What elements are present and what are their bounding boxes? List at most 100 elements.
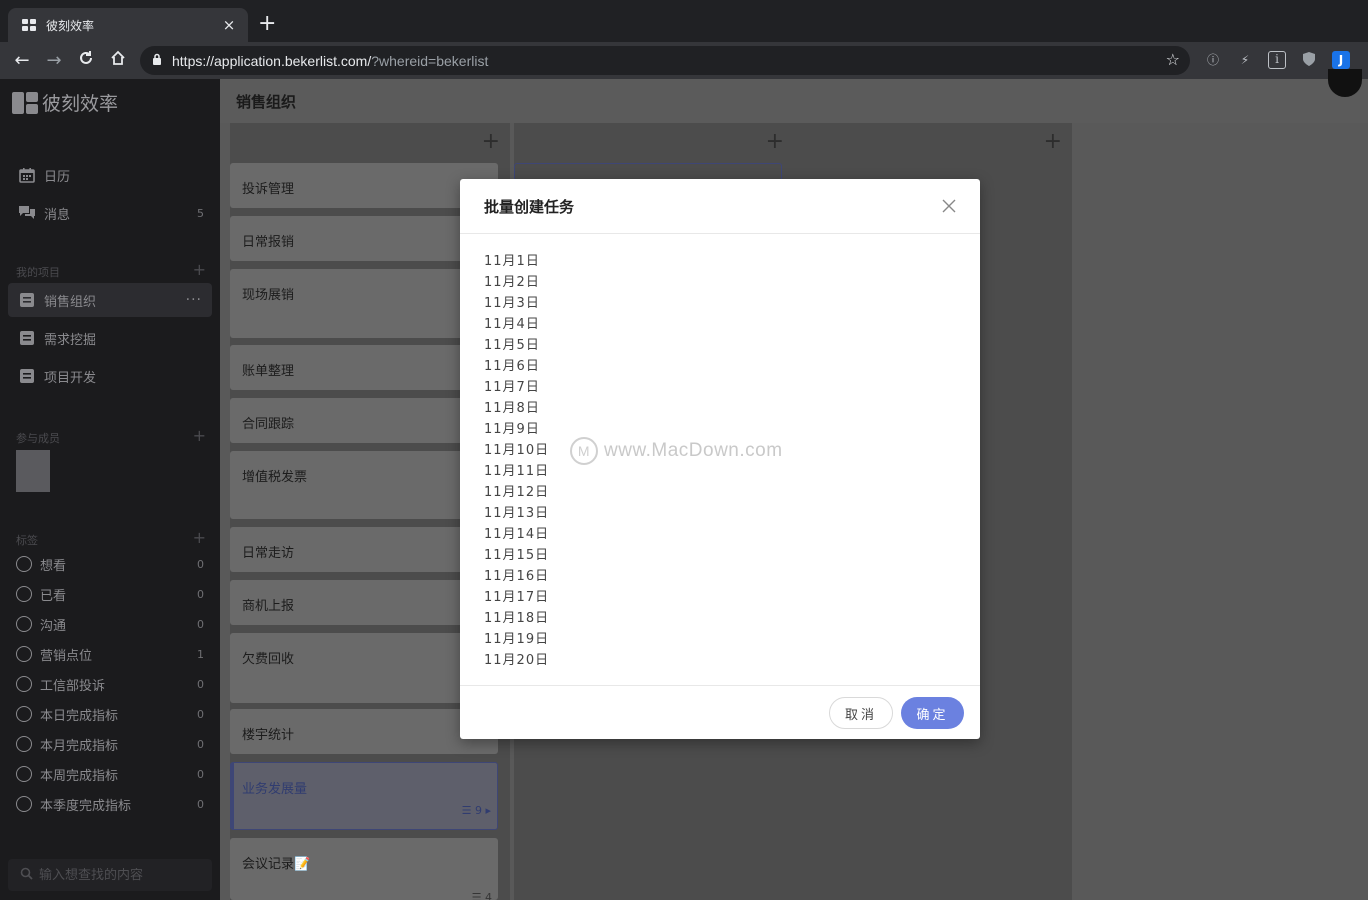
search-icon xyxy=(20,867,33,884)
task-card[interactable]: 日常走访 xyxy=(230,527,498,572)
tag-count: 0 xyxy=(197,677,204,691)
task-line: 11月4日 xyxy=(484,317,540,332)
sidebar-project-item[interactable]: 项目开发 xyxy=(8,359,212,393)
add-member-icon[interactable]: + xyxy=(193,428,206,446)
add-tag-icon[interactable]: + xyxy=(193,530,206,548)
task-line: 11月8日 xyxy=(484,401,540,416)
sidebar-item-calendar[interactable]: 日历 xyxy=(8,158,212,192)
task-line: 11月14日 xyxy=(484,527,550,542)
tag-item[interactable]: 营销点位 1 xyxy=(16,643,206,665)
tag-item[interactable]: 本周完成指标 0 xyxy=(16,763,206,785)
task-card[interactable]: 楼宇统计 xyxy=(230,709,498,754)
task-card[interactable]: 账单整理 xyxy=(230,345,498,390)
sidebar-item-messages[interactable]: 消息 5 xyxy=(8,196,212,230)
browser-tab[interactable]: 彼刻效率 × xyxy=(8,8,248,42)
add-project-icon[interactable]: + xyxy=(193,262,206,280)
new-tab-button[interactable]: + xyxy=(258,12,276,36)
task-line: 11月16日 xyxy=(484,569,550,584)
tag-count: 1 xyxy=(197,647,204,661)
info-circle-icon[interactable]: ⓘ xyxy=(1204,51,1222,69)
tag-count: 0 xyxy=(197,737,204,751)
subtask-count: ☰ 9 ▸ xyxy=(461,804,491,817)
task-card[interactable]: 日常报销 xyxy=(230,216,498,261)
tag-label: 本日完成指标 xyxy=(40,708,119,724)
sidebar-project-item[interactable]: 销售组织 ··· xyxy=(8,283,212,317)
tag-item[interactable]: 本季度完成指标 0 xyxy=(16,793,206,815)
search-input[interactable] xyxy=(39,867,199,883)
logo-mark-icon xyxy=(12,91,38,114)
close-icon[interactable] xyxy=(942,196,956,216)
address-bar[interactable]: https://application.bekerlist.com/?where… xyxy=(140,46,1190,75)
card-title: 会议记录📝 xyxy=(242,857,311,872)
user-avatar[interactable] xyxy=(1328,69,1362,97)
tag-circle-icon xyxy=(16,796,32,812)
task-card[interactable]: 合同跟踪 xyxy=(230,398,498,443)
dialog-title: 批量创建任务 xyxy=(484,197,575,216)
reload-icon[interactable] xyxy=(74,49,98,73)
messages-count-badge: 5 xyxy=(197,206,204,220)
add-card-icon[interactable]: + xyxy=(1044,129,1062,154)
tag-item[interactable]: 想看 0 xyxy=(16,553,206,575)
task-card[interactable]: 商机上报 xyxy=(230,580,498,625)
home-icon[interactable] xyxy=(106,49,130,73)
task-card-selected[interactable]: 业务发展量 ☰ 9 ▸ xyxy=(230,762,498,830)
tag-count: 0 xyxy=(197,557,204,571)
task-card[interactable]: 投诉管理 xyxy=(230,163,498,208)
app-logo[interactable]: 彼刻效率 xyxy=(12,89,118,116)
back-arrow-icon[interactable]: ← xyxy=(10,49,34,73)
watermark-text: www.MacDown.com xyxy=(604,440,783,461)
tag-label: 已看 xyxy=(40,588,67,604)
sidebar-item-label: 项目开发 xyxy=(44,370,97,386)
tab-close-icon[interactable]: × xyxy=(220,16,238,34)
more-options-icon[interactable]: ··· xyxy=(186,292,202,308)
task-line: 11月20日 xyxy=(484,653,550,668)
tag-item[interactable]: 本月完成指标 0 xyxy=(16,733,206,755)
forward-arrow-icon[interactable]: → xyxy=(42,49,66,73)
card-title: 增值税发票 xyxy=(242,470,308,485)
task-line: 11月15日 xyxy=(484,548,550,563)
bookmark-star-icon[interactable]: ☆ xyxy=(1166,50,1180,69)
cancel-button[interactable]: 取消 xyxy=(829,697,893,729)
tag-count: 0 xyxy=(197,767,204,781)
tag-item[interactable]: 沟通 0 xyxy=(16,613,206,635)
task-line: 11月6日 xyxy=(484,359,540,374)
card-title: 商机上报 xyxy=(242,599,295,614)
tag-item[interactable]: 本日完成指标 0 xyxy=(16,703,206,725)
section-title: 标签 xyxy=(16,534,38,547)
task-card[interactable]: 会议记录📝 ☰ 4 xyxy=(230,838,498,900)
task-card[interactable]: 现场展销 xyxy=(230,269,498,338)
browser-tab-strip: 彼刻效率 × + xyxy=(0,0,1368,42)
card-title: 日常报销 xyxy=(242,235,295,250)
task-card[interactable]: 欠费回收 xyxy=(230,633,498,703)
j-extension-icon[interactable]: J xyxy=(1332,51,1350,69)
tag-item[interactable]: 已看 0 xyxy=(16,583,206,605)
member-avatar[interactable] xyxy=(16,450,50,492)
my-projects-header: 我的项目 + xyxy=(16,262,206,280)
lock-icon xyxy=(152,53,162,68)
add-card-icon[interactable]: + xyxy=(482,129,500,154)
members-header: 参与成员 + xyxy=(16,428,206,446)
task-line: 11月12日 xyxy=(484,485,550,500)
card-title: 现场展销 xyxy=(242,288,295,303)
sidebar-item-label: 销售组织 xyxy=(44,294,97,310)
card-title: 投诉管理 xyxy=(242,182,295,197)
tag-label: 营销点位 xyxy=(40,648,93,664)
sidebar-search xyxy=(8,859,212,891)
logo-text: 彼刻效率 xyxy=(42,93,119,115)
add-card-icon[interactable]: + xyxy=(766,129,784,154)
tag-item[interactable]: 工信部投诉 0 xyxy=(16,673,206,695)
tag-circle-icon xyxy=(16,766,32,782)
task-line: 11月17日 xyxy=(484,590,550,605)
dialog-footer: 取消 确定 xyxy=(460,685,980,739)
chat-bubbles-icon xyxy=(18,204,36,222)
task-line: 11月3日 xyxy=(484,296,540,311)
confirm-button[interactable]: 确定 xyxy=(901,697,964,729)
app-favicon-icon xyxy=(22,19,36,31)
shield-extension-icon[interactable] xyxy=(1300,51,1318,69)
task-card[interactable]: 增值税发票 xyxy=(230,451,498,519)
card-title: 账单整理 xyxy=(242,364,295,379)
sidebar-project-item[interactable]: 需求挖掘 xyxy=(8,321,212,355)
lightning-icon[interactable]: ⚡ xyxy=(1236,51,1254,69)
instapaper-icon[interactable]: i xyxy=(1268,51,1286,69)
sidebar: 彼刻效率 日历 消息 5 我的项目 + 销售组织 ··· 需求挖掘 项目开发 参… xyxy=(0,79,220,900)
